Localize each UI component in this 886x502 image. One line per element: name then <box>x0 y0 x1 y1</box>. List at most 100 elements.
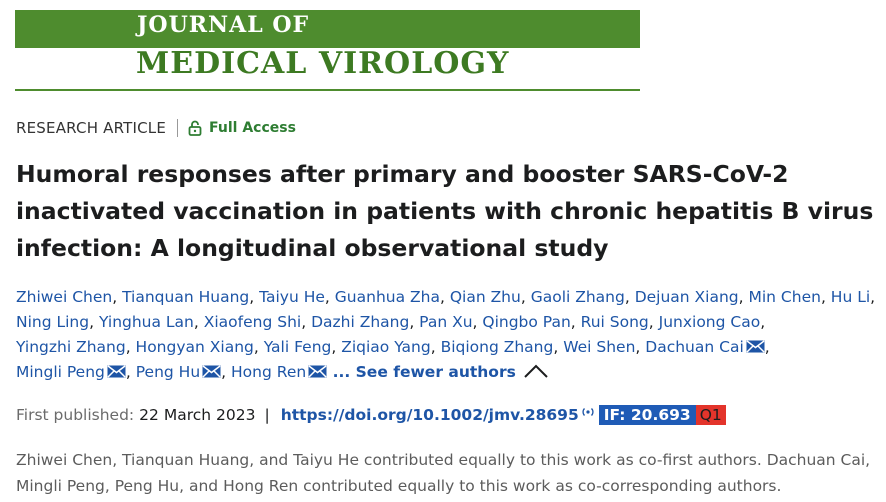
author-name-text[interactable]: Peng Hu <box>136 363 200 381</box>
author-name-text[interactable]: Min Chen <box>749 288 821 306</box>
article-type: RESEARCH ARTICLE <box>16 119 167 137</box>
author-separator: , <box>324 288 335 306</box>
author-name[interactable]: Yali Feng <box>264 338 332 356</box>
divider <box>177 119 179 137</box>
contribution-note: Zhiwei Chen, Tianquan Huang, and Taiyu H… <box>16 451 871 495</box>
author-separator: , <box>112 288 123 306</box>
author-separator: , <box>221 363 232 381</box>
author-separator: , <box>331 338 342 356</box>
author-name[interactable]: Pan Xu <box>419 313 472 331</box>
envelope-icon[interactable] <box>308 365 327 378</box>
author-separator: , <box>764 338 770 356</box>
author-name-text[interactable]: Dachuan Cai <box>645 338 743 356</box>
author-name[interactable]: Mingli Peng <box>16 363 126 381</box>
lock-open-icon <box>188 120 202 136</box>
author-separator: , <box>125 338 136 356</box>
envelope-icon[interactable] <box>107 365 126 378</box>
author-name-text[interactable]: Xiaofeng Shi <box>204 313 301 331</box>
author-name[interactable]: Taiyu He <box>259 288 325 306</box>
author-name-text[interactable]: Taiyu He <box>259 288 325 306</box>
author-separator: , <box>570 313 581 331</box>
publication-info: First published: 22 March 2023 | https:/… <box>16 403 726 427</box>
author-name-text[interactable]: Ning Ling <box>16 313 89 331</box>
author-name[interactable]: Dejuan Xiang <box>635 288 739 306</box>
author-separator: , <box>193 313 204 331</box>
quartile-badge: Q1 <box>695 405 726 425</box>
author-name-text[interactable]: Biqiong Zhang <box>441 338 554 356</box>
author-separator: , <box>635 338 646 356</box>
author-name[interactable]: Yinghua Lan <box>99 313 194 331</box>
first-published-label: First published: <box>16 406 135 424</box>
author-separator: , <box>820 288 831 306</box>
author-name[interactable]: Min Chen <box>749 288 821 306</box>
author-separator: , <box>760 313 766 331</box>
article-title: Humoral responses after primary and boos… <box>16 160 874 262</box>
author-name-text[interactable]: Mingli Peng <box>16 363 105 381</box>
author-name-text[interactable]: Ziqiao Yang <box>341 338 430 356</box>
impact-factor-badge: IF: 20.693 <box>598 405 696 425</box>
author-name-text[interactable]: Gaoli Zhang <box>531 288 625 306</box>
author-separator: , <box>439 288 450 306</box>
author-separator: , <box>125 363 136 381</box>
author-separator: , <box>624 288 635 306</box>
author-name-text[interactable]: Wei Shen <box>563 338 635 356</box>
author-name-text[interactable]: Hu Li <box>831 288 870 306</box>
banner-rule <box>15 89 640 91</box>
article-meta: RESEARCH ARTICLE Full Access <box>16 117 296 139</box>
author-name[interactable]: Wei Shen <box>563 338 635 356</box>
author-separator: , <box>472 313 483 331</box>
envelope-icon[interactable] <box>202 365 221 378</box>
author-name[interactable]: Peng Hu <box>136 363 221 381</box>
author-name[interactable]: Hong Ren <box>231 363 327 381</box>
author-separator: , <box>520 288 531 306</box>
author-name-text[interactable]: Rui Song <box>581 313 649 331</box>
author-name-text[interactable]: Zhiwei Chen <box>16 288 112 306</box>
author-name[interactable]: Ning Ling <box>16 313 89 331</box>
author-name-text[interactable]: Yinghua Lan <box>99 313 194 331</box>
author-name[interactable]: Dachuan Cai <box>645 338 765 356</box>
author-name[interactable]: Dazhi Zhang <box>311 313 409 331</box>
chevron-up-icon[interactable] <box>522 363 550 379</box>
journal-banner[interactable]: JOURNAL OF MEDICAL VIROLOGY <box>15 10 640 91</box>
author-name[interactable]: Biqiong Zhang <box>441 338 554 356</box>
author-name-text[interactable]: Pan Xu <box>419 313 472 331</box>
author-name-text[interactable]: Qingbo Pan <box>482 313 570 331</box>
see-fewer-authors-label[interactable]: ... See fewer authors <box>327 363 516 381</box>
author-name[interactable]: Ziqiao Yang <box>341 338 430 356</box>
journal-name-line1: JOURNAL OF <box>137 12 310 38</box>
author-name-text[interactable]: Tianquan Huang <box>122 288 249 306</box>
author-name-text[interactable]: Dejuan Xiang <box>635 288 739 306</box>
author-name-text[interactable]: Junxiong Cao <box>659 313 761 331</box>
envelope-icon[interactable] <box>746 340 765 353</box>
published-date: 22 March 2023 <box>139 406 256 424</box>
author-name[interactable]: Tianquan Huang <box>122 288 249 306</box>
author-separator: , <box>249 288 260 306</box>
author-name[interactable]: Junxiong Cao <box>659 313 761 331</box>
author-name-text[interactable]: Yali Feng <box>264 338 332 356</box>
author-separator: , <box>553 338 564 356</box>
author-name[interactable]: Rui Song <box>581 313 649 331</box>
author-name-text[interactable]: Qian Zhu <box>450 288 521 306</box>
author-name-text[interactable]: Dazhi Zhang <box>311 313 409 331</box>
doi-link[interactable]: https://doi.org/10.1002/jmv.28695 <box>281 406 579 424</box>
author-separator: , <box>648 313 659 331</box>
author-name[interactable]: Qingbo Pan <box>482 313 570 331</box>
author-name-text[interactable]: Hongyan Xiang <box>136 338 254 356</box>
author-name-text[interactable]: Guanhua Zha <box>335 288 440 306</box>
author-separator: , <box>409 313 420 331</box>
author-name-text[interactable]: Yingzhi Zhang <box>16 338 126 356</box>
author-name[interactable]: Hongyan Xiang <box>136 338 254 356</box>
author-name[interactable]: Xiaofeng Shi <box>204 313 301 331</box>
author-name[interactable]: Hu Li <box>831 288 870 306</box>
author-separator: , <box>738 288 749 306</box>
author-name-text[interactable]: Hong Ren <box>231 363 306 381</box>
author-separator: , <box>430 338 441 356</box>
author-name[interactable]: Zhiwei Chen <box>16 288 112 306</box>
author-name[interactable]: Qian Zhu <box>450 288 521 306</box>
author-name[interactable]: Guanhua Zha <box>335 288 440 306</box>
author-separator: , <box>301 313 312 331</box>
see-fewer-authors-button[interactable]: ... See fewer authors <box>327 363 550 381</box>
author-name[interactable]: Yingzhi Zhang <box>16 338 126 356</box>
altmetric-icon[interactable] <box>581 407 595 417</box>
author-name[interactable]: Gaoli Zhang <box>531 288 625 306</box>
